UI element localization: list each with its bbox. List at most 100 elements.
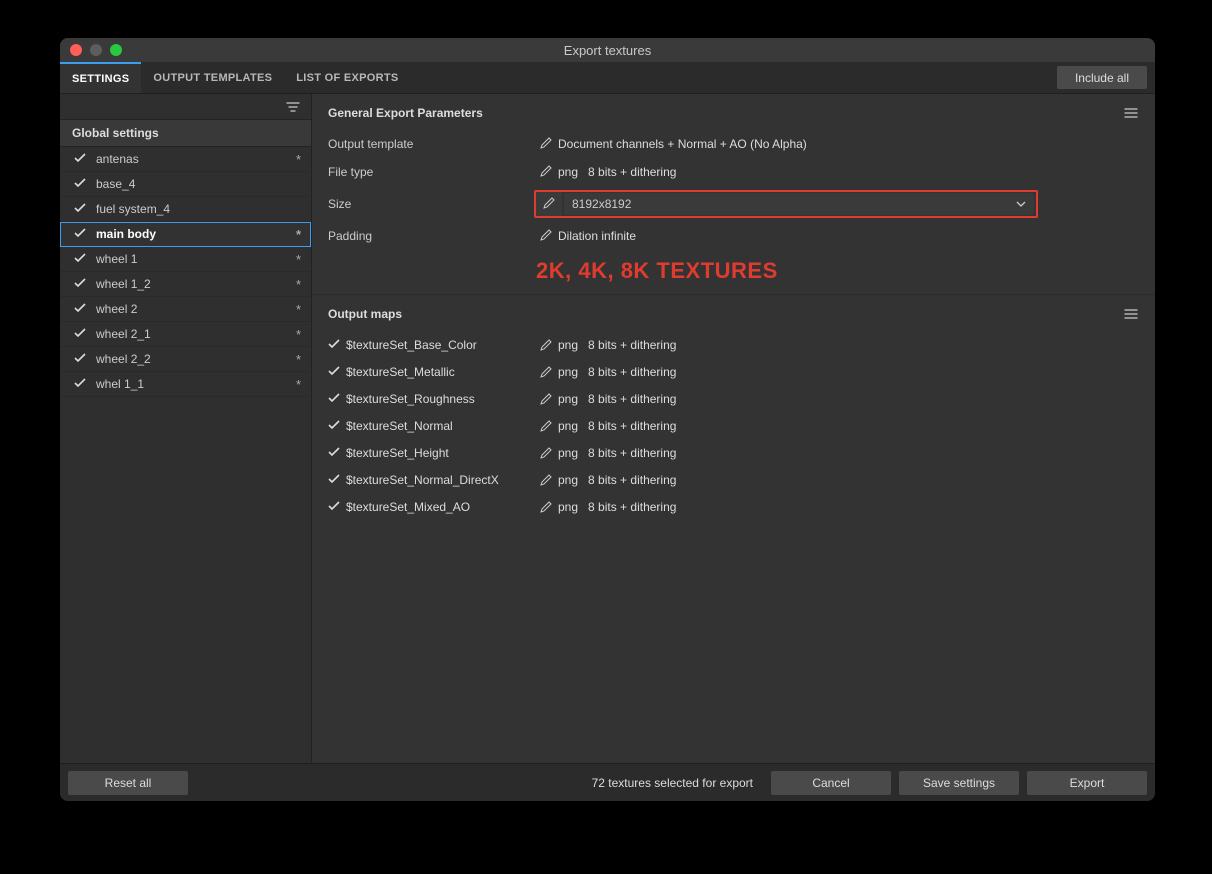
output-maps-list: $textureSet_Base_Colorpng 8 bits + dither… xyxy=(312,331,1155,530)
edit-icon[interactable] xyxy=(534,420,558,432)
texture-set-item[interactable]: wheel 2_1* xyxy=(60,322,311,347)
save-settings-button[interactable]: Save settings xyxy=(899,771,1019,795)
edit-icon[interactable] xyxy=(543,197,555,212)
check-icon xyxy=(74,377,88,391)
output-template-value[interactable]: Document channels + Normal + AO (No Alph… xyxy=(558,137,1139,151)
texture-set-item[interactable]: wheel 1_2* xyxy=(60,272,311,297)
check-icon xyxy=(74,352,88,366)
texture-set-name: wheel 1 xyxy=(96,252,296,266)
check-icon xyxy=(74,202,88,216)
texture-set-item[interactable]: whel 1_1* xyxy=(60,372,311,397)
modified-indicator: * xyxy=(296,252,301,267)
general-params-title: General Export Parameters xyxy=(328,106,1123,120)
minimize-window-button[interactable] xyxy=(90,44,102,56)
map-spec: 8 bits + dithering xyxy=(588,446,676,460)
check-icon[interactable] xyxy=(328,392,346,406)
texture-set-name: base_4 xyxy=(96,177,301,191)
modified-indicator: * xyxy=(296,352,301,367)
check-icon xyxy=(74,277,88,291)
check-icon[interactable] xyxy=(328,473,346,487)
general-params-menu-icon[interactable] xyxy=(1123,106,1139,120)
map-name: $textureSet_Mixed_AO xyxy=(346,500,534,514)
map-format-value[interactable]: png8 bits + dithering xyxy=(558,446,1139,460)
texture-set-name: whel 1_1 xyxy=(96,377,296,391)
param-size: Size 8192x8192 xyxy=(312,186,1155,222)
check-icon xyxy=(74,227,88,241)
output-map-row: $textureSet_Mixed_AO png8 bits + ditherin… xyxy=(312,493,1155,520)
padding-value[interactable]: Dilation infinite xyxy=(558,229,1139,243)
tab-list-of-exports[interactable]: LIST OF EXPORTS xyxy=(284,62,410,93)
param-label: Size xyxy=(328,197,534,211)
texture-set-item[interactable]: wheel 1* xyxy=(60,247,311,272)
footer: Reset all 72 textures selected for expor… xyxy=(60,763,1155,801)
edit-icon[interactable] xyxy=(540,137,552,152)
param-file-type: File type png 8 bits + dithering xyxy=(312,158,1155,186)
edit-icon[interactable] xyxy=(534,339,558,351)
edit-icon[interactable] xyxy=(534,474,558,486)
global-settings-header[interactable]: Global settings xyxy=(60,120,311,147)
check-icon[interactable] xyxy=(328,365,346,379)
map-spec: 8 bits + dithering xyxy=(588,473,676,487)
output-map-row: $textureSet_Normalpng8 bits + dithering xyxy=(312,412,1155,439)
texture-set-name: wheel 1_2 xyxy=(96,277,296,291)
texture-set-item[interactable]: fuel system_4 xyxy=(60,197,311,222)
map-name: $textureSet_Roughness xyxy=(346,392,534,406)
export-status-text: 72 textures selected for export xyxy=(592,776,753,790)
check-icon[interactable] xyxy=(328,500,346,514)
texture-set-name: fuel system_4 xyxy=(96,202,301,216)
texture-set-name: wheel 2_1 xyxy=(96,327,296,341)
output-map-row: $textureSet_Metallic png8 bits + ditherin… xyxy=(312,358,1155,385)
maximize-window-button[interactable] xyxy=(110,44,122,56)
map-format-value[interactable]: png 8 bits + dithering xyxy=(558,419,1139,433)
map-spec: 8 bits + dithering xyxy=(588,392,676,406)
modified-indicator: * xyxy=(296,327,301,342)
map-spec: 8 bits + dithering xyxy=(588,419,676,433)
texture-set-name: wheel 2 xyxy=(96,302,296,316)
map-format-value[interactable]: png8 bits + dithering xyxy=(558,473,1139,487)
map-format-value[interactable]: png8 bits + dithering xyxy=(558,500,1139,514)
output-maps-menu-icon[interactable] xyxy=(1123,307,1139,321)
edit-icon[interactable] xyxy=(534,447,558,459)
check-icon[interactable] xyxy=(328,338,346,352)
edit-icon[interactable] xyxy=(534,501,558,513)
file-format: png xyxy=(558,165,578,179)
map-format: png xyxy=(558,419,578,433)
filter-icon[interactable] xyxy=(285,100,301,114)
tab-settings[interactable]: SETTINGS xyxy=(60,62,141,93)
export-button[interactable]: Export xyxy=(1027,771,1147,795)
map-name: $textureSet_Base_Color xyxy=(346,338,534,352)
modified-indicator: * xyxy=(296,277,301,292)
texture-set-item[interactable]: antenas* xyxy=(60,147,311,172)
modified-indicator: * xyxy=(296,152,301,167)
tab-output-templates[interactable]: OUTPUT TEMPLATES xyxy=(141,62,284,93)
size-dropdown[interactable]: 8192x8192 xyxy=(564,193,1034,215)
map-format-value[interactable]: png8 bits + dithering xyxy=(558,365,1139,379)
cancel-button[interactable]: Cancel xyxy=(771,771,891,795)
map-name: $textureSet_Metallic xyxy=(346,365,534,379)
param-label: File type xyxy=(328,165,534,179)
output-map-row: $textureSet_Roughness png8 bits + ditheri… xyxy=(312,385,1155,412)
texture-set-item[interactable]: wheel 2* xyxy=(60,297,311,322)
file-spec: 8 bits + dithering xyxy=(588,165,676,179)
include-all-button[interactable]: Include all xyxy=(1057,66,1147,89)
toolbar: SETTINGS OUTPUT TEMPLATES LIST OF EXPORT… xyxy=(60,62,1155,94)
check-icon[interactable] xyxy=(328,419,346,433)
edit-icon[interactable] xyxy=(534,366,558,378)
texture-set-list: antenas*base_4fuel system_4main body*whe… xyxy=(60,147,311,397)
check-icon[interactable] xyxy=(328,446,346,460)
reset-all-button[interactable]: Reset all xyxy=(68,771,188,795)
close-window-button[interactable] xyxy=(70,44,82,56)
map-format-value[interactable]: png8 bits + dithering xyxy=(558,392,1139,406)
file-type-value[interactable]: png 8 bits + dithering xyxy=(558,165,1139,179)
texture-set-item[interactable]: base_4 xyxy=(60,172,311,197)
modified-indicator: * xyxy=(296,377,301,392)
edit-icon[interactable] xyxy=(534,393,558,405)
texture-set-item[interactable]: main body* xyxy=(60,222,311,247)
window-title: Export textures xyxy=(564,43,651,58)
texture-set-name: antenas xyxy=(96,152,296,166)
edit-icon[interactable] xyxy=(540,165,552,180)
edit-icon[interactable] xyxy=(540,229,552,244)
map-format-value[interactable]: png8 bits + dithering xyxy=(558,338,1139,352)
check-icon xyxy=(74,252,88,266)
texture-set-item[interactable]: wheel 2_2* xyxy=(60,347,311,372)
